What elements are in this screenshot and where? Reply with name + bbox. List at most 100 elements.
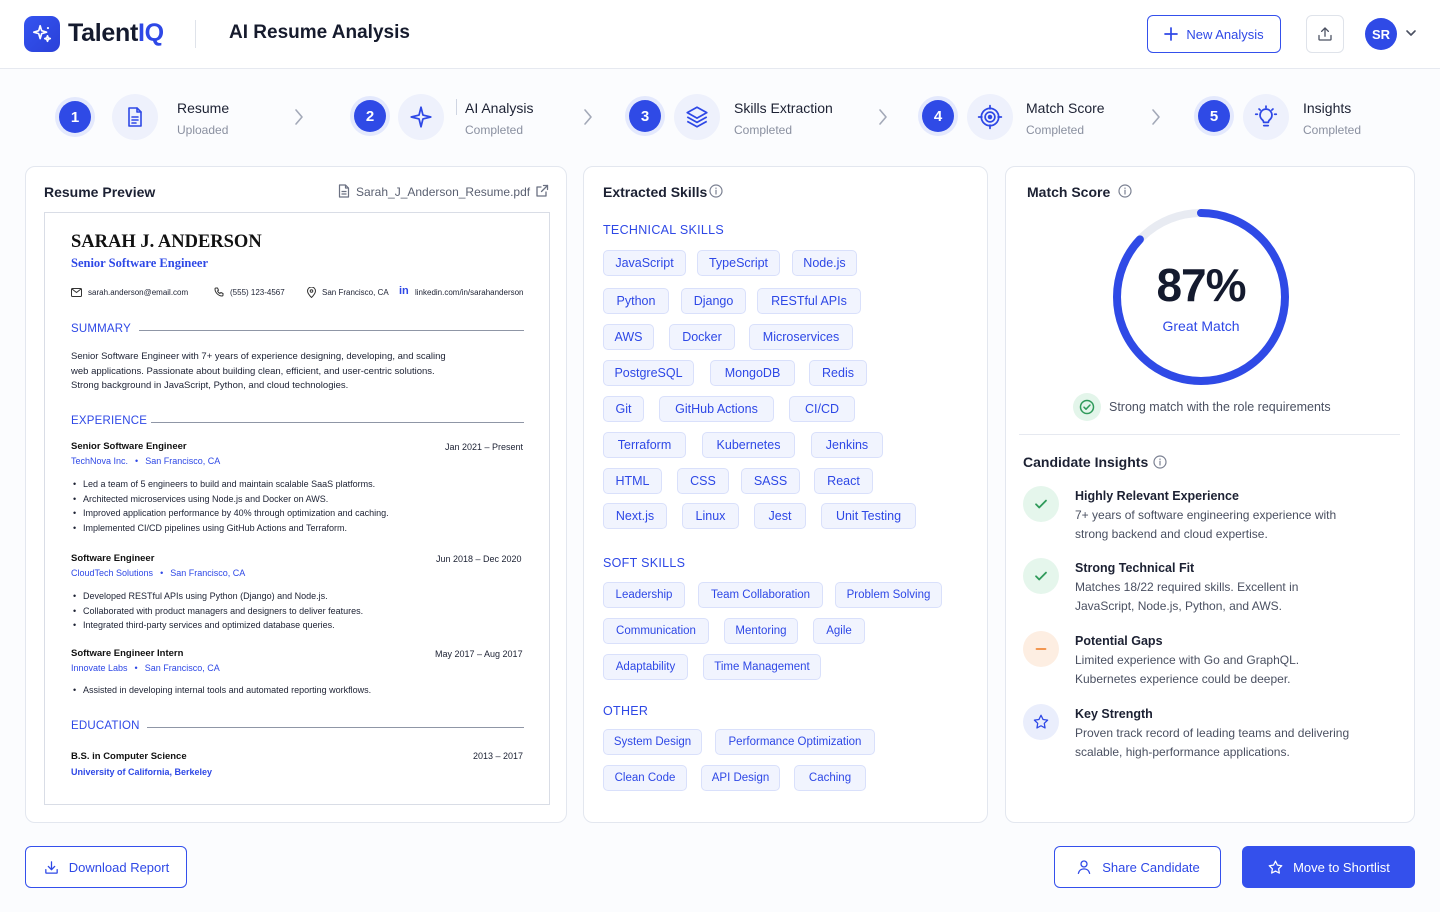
share-candidate-button[interactable]: Share Candidate <box>1054 846 1221 888</box>
skill-chip[interactable]: Adaptability <box>603 654 688 680</box>
skill-chip[interactable]: Linux <box>682 503 739 529</box>
info-icon[interactable] <box>1153 455 1167 469</box>
header-divider <box>195 20 196 48</box>
chevron-right-icon <box>295 109 303 125</box>
contact-location: San Francisco, CA <box>322 288 389 297</box>
job-bullets: Developed RESTful APIs using Python (Dja… <box>71 589 511 633</box>
info-icon[interactable] <box>1118 184 1132 198</box>
skill-chip[interactable]: Microservices <box>749 324 853 350</box>
job-bullet: Implemented CI/CD pipelines using GitHub… <box>71 521 511 536</box>
skill-chip[interactable]: Unit Testing <box>821 503 916 529</box>
skill-chip[interactable]: Performance Optimization <box>715 729 875 755</box>
document-icon <box>112 94 158 140</box>
star-icon <box>1268 859 1283 874</box>
skill-chip[interactable]: MongoDB <box>710 360 795 386</box>
skill-chip[interactable]: GitHub Actions <box>659 396 774 422</box>
share-candidate-label: Share Candidate <box>1102 859 1200 875</box>
skill-chip[interactable]: AWS <box>603 324 654 350</box>
job-title: Software Engineer <box>71 553 155 564</box>
candidate-insights-title: Candidate Insights <box>1023 454 1149 470</box>
user-avatar[interactable]: SR <box>1365 18 1397 50</box>
skill-chip[interactable]: CI/CD <box>789 396 855 422</box>
skill-chip[interactable]: HTML <box>603 468 662 494</box>
soft-skills-heading: SOFT SKILLS <box>603 556 686 570</box>
skill-chip[interactable]: Mentoring <box>724 618 798 644</box>
skill-chip[interactable]: Clean Code <box>603 765 687 791</box>
step-title-2: AI Analysis <box>465 100 534 116</box>
brand-name: TalentIQ <box>68 19 164 47</box>
step-status-1: Uploaded <box>177 123 229 137</box>
upload-icon <box>1318 27 1332 41</box>
file-icon <box>338 184 350 198</box>
skill-chip[interactable]: CSS <box>677 468 729 494</box>
skill-chip[interactable]: Git <box>603 396 644 422</box>
job-dates: May 2017 – Aug 2017 <box>435 649 523 659</box>
skill-chip[interactable]: Terraform <box>603 432 686 458</box>
divider <box>1019 434 1400 435</box>
step-title-5: Insights <box>1303 100 1352 116</box>
skill-chip[interactable]: Agile <box>813 618 865 644</box>
resume-preview-title: Resume Preview <box>44 184 156 200</box>
skill-chip[interactable]: Next.js <box>603 503 667 529</box>
skill-chip[interactable]: RESTful APIs <box>757 288 861 314</box>
insight-title: Potential Gaps <box>1075 634 1163 648</box>
info-icon[interactable] <box>709 184 723 198</box>
step-title-3: Skills Extraction <box>734 100 833 116</box>
skill-chip[interactable]: JavaScript <box>603 250 686 276</box>
skill-chip[interactable]: SASS <box>741 468 800 494</box>
sparkle-icon <box>398 94 444 140</box>
skill-chip[interactable]: Leadership <box>603 582 685 608</box>
job-company-line: CloudTech Solutions • San Francisco, CA <box>71 568 246 578</box>
section-rule <box>147 727 524 728</box>
technical-skills-heading: TECHNICAL SKILLS <box>603 223 725 237</box>
job-bullets: Assisted in developing internal tools an… <box>71 683 511 698</box>
summary-heading: SUMMARY <box>71 323 131 335</box>
match-score-label: Great Match <box>1162 318 1240 334</box>
external-link-icon[interactable] <box>535 184 549 198</box>
location-pin-icon <box>307 287 316 298</box>
skill-chip[interactable]: Docker <box>669 324 735 350</box>
skill-chip[interactable]: Node.js <box>792 250 857 276</box>
move-to-shortlist-button[interactable]: Move to Shortlist <box>1242 846 1415 888</box>
summary-text: Senior Software Engineer with 7+ years o… <box>71 351 446 391</box>
step-number-1: 1 <box>59 101 91 133</box>
skill-chip[interactable]: API Design <box>701 765 780 791</box>
resume-file-name[interactable]: Sarah_J_Anderson_Resume.pdf <box>356 185 530 199</box>
skill-chip[interactable]: System Design <box>603 729 702 755</box>
skill-chip[interactable]: Jest <box>754 503 806 529</box>
skill-chip[interactable]: TypeScript <box>697 250 780 276</box>
candidate-role: Senior Software Engineer <box>71 256 209 270</box>
skill-chip[interactable]: PostgreSQL <box>603 360 694 386</box>
job-bullet: Improved application performance by 40% … <box>71 506 511 521</box>
contact-email: sarah.anderson@email.com <box>88 288 189 297</box>
plus-icon <box>1164 27 1179 41</box>
step-status-2: Completed <box>465 123 524 137</box>
chevron-down-icon[interactable] <box>1404 26 1418 40</box>
skill-chip[interactable]: Problem Solving <box>835 582 942 608</box>
check-icon <box>1023 558 1059 594</box>
skill-chip[interactable]: Jenkins <box>811 432 883 458</box>
step-status-4: Completed <box>1026 123 1085 137</box>
skill-chip[interactable]: Kubernetes <box>702 432 795 458</box>
skill-chip[interactable]: Caching <box>794 765 866 791</box>
job-bullet: Assisted in developing internal tools an… <box>71 683 511 698</box>
download-report-button[interactable]: Download Report <box>25 846 187 888</box>
skill-chip[interactable]: Python <box>603 288 669 314</box>
skill-chip[interactable]: Time Management <box>703 654 821 680</box>
layers-icon <box>674 94 720 140</box>
step-number-3: 3 <box>629 100 661 132</box>
export-button[interactable] <box>1306 15 1344 53</box>
skill-chip[interactable]: Django <box>681 288 746 314</box>
job-bullet: Developed RESTful APIs using Python (Dja… <box>71 589 511 604</box>
new-analysis-button[interactable]: New Analysis <box>1147 15 1281 53</box>
match-score-value: 87% <box>1156 259 1246 311</box>
step-title-1: Resume <box>177 100 230 116</box>
experience-heading: EXPERIENCE <box>71 415 148 427</box>
skill-chip[interactable]: Team Collaboration <box>698 582 823 608</box>
skill-chip[interactable]: Redis <box>809 360 867 386</box>
user-icon <box>1077 860 1091 875</box>
linkedin-icon: in <box>399 285 409 297</box>
skill-chip[interactable]: React <box>814 468 873 494</box>
job-dates: Jan 2021 – Present <box>445 442 524 452</box>
skill-chip[interactable]: Communication <box>603 618 709 644</box>
